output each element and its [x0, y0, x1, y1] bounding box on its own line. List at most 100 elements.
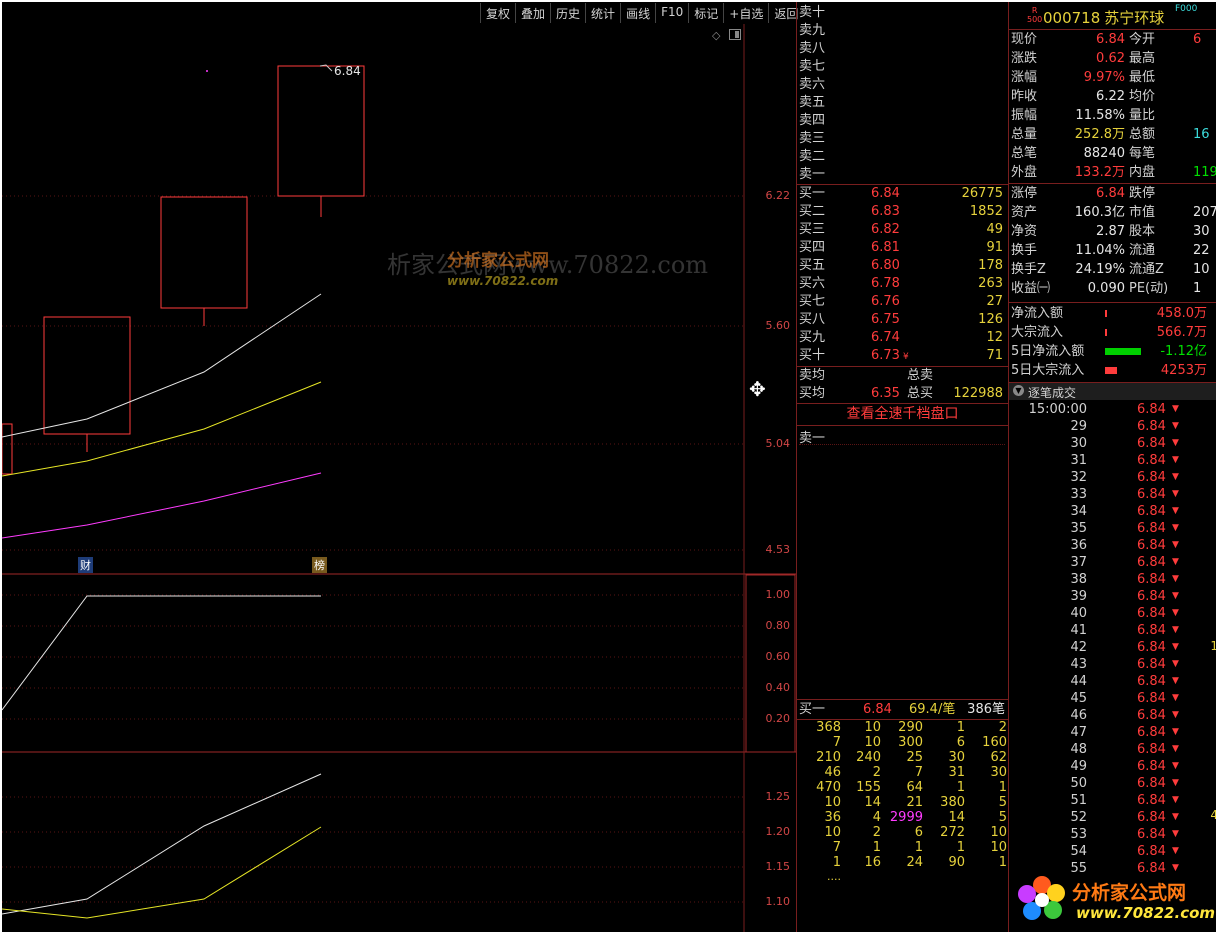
indicator2-axis-label: 1.15 — [765, 860, 791, 873]
queue-cell: 1 — [956, 720, 965, 735]
sell-row[interactable]: 卖三 — [799, 130, 1007, 148]
tick-row: 44 6.84 ▼ — [1011, 673, 1216, 690]
watermark-logo: 分析家公式网 — [447, 251, 549, 271]
sell-row[interactable]: 卖一 — [799, 166, 1007, 184]
tick-time: 35 — [1070, 521, 1087, 536]
quote-label-2: 流通Z — [1129, 262, 1164, 277]
quote-label-2: 流通 — [1129, 243, 1156, 258]
down-arrow-icon: ▼ — [1172, 455, 1179, 465]
queue-cell: 7 — [914, 765, 923, 780]
queue-cell: 36 — [824, 810, 841, 825]
sell-row[interactable]: 卖四 — [799, 112, 1007, 130]
quote-label: 资产 — [1011, 205, 1038, 220]
marker-cai[interactable]: 财 — [78, 557, 93, 573]
buy-row[interactable]: 买一 6.84 26775 — [799, 185, 1007, 203]
tick-time: 43 — [1070, 657, 1087, 672]
sell-level-label: 卖四 — [799, 113, 826, 128]
tick-price: 6.84 — [1137, 844, 1166, 859]
indicator2-axis-label: 1.10 — [765, 895, 791, 908]
toolbar-button[interactable]: 历史 — [550, 3, 585, 23]
sell-row[interactable]: 卖十 — [799, 4, 1007, 22]
queue-cell: 368 — [816, 720, 841, 735]
buy-row[interactable]: 买九 6.74 12 — [799, 329, 1007, 347]
quote-label: 涨停 — [1011, 186, 1038, 201]
tick-row: 36 6.84 ▼ — [1011, 537, 1216, 554]
move-cursor-icon: ✥ — [749, 377, 766, 401]
sell-row[interactable]: 卖九 — [799, 22, 1007, 40]
queue-buy-avg: 69.4/笔 — [909, 702, 956, 717]
flow-value: 4253万 — [1160, 363, 1207, 378]
stock-title: 000718 苏宁环球 — [1043, 7, 1164, 28]
sell-row[interactable]: 卖五 — [799, 94, 1007, 112]
buy-row[interactable]: 买七 6.76 27 — [799, 293, 1007, 311]
tick-row: 46 6.84 ▼ — [1011, 707, 1216, 724]
tick-time: 47 — [1070, 725, 1087, 740]
sell-row[interactable]: 卖二 — [799, 148, 1007, 166]
sell-avg-row: 卖均 总卖 — [799, 367, 1007, 385]
down-arrow-icon: ▼ — [1172, 676, 1179, 686]
kline-chart[interactable] — [2, 24, 796, 932]
buy-price: 6.84 — [871, 186, 900, 201]
quote-row: 涨跌 0.62 最高 — [1011, 49, 1216, 68]
buy-row[interactable]: 买五 6.80 178 — [799, 257, 1007, 275]
queue-cell: 64 — [906, 780, 923, 795]
quote-label-2: 量比 — [1129, 108, 1156, 123]
queue-cell: 14 — [948, 810, 965, 825]
queue-cell: 16 — [864, 855, 881, 870]
buy-volume: 49 — [986, 222, 1003, 237]
buy-row[interactable]: 买二 6.83 1852 — [799, 203, 1007, 221]
tick-time: 34 — [1070, 504, 1087, 519]
sell-row[interactable]: 卖六 — [799, 76, 1007, 94]
queue-cell: 10 — [990, 840, 1007, 855]
full-depth-button[interactable]: 查看全速千档盘口 — [797, 404, 1008, 424]
indicator2-axis-label: 1.20 — [765, 825, 791, 838]
buy-row[interactable]: 买十 6.73 ¥71 — [799, 347, 1007, 365]
buy-price: 6.75 — [871, 312, 900, 327]
tick-row: 34 6.84 ▼ — [1011, 503, 1216, 520]
tick-price: 6.84 — [1137, 623, 1166, 638]
sell-row[interactable]: 卖八 — [799, 40, 1007, 58]
buy-row[interactable]: 买六 6.78 263 — [799, 275, 1007, 293]
price-axis-label: 6.22 — [765, 189, 791, 202]
sell-level-label: 卖一 — [799, 167, 826, 182]
candle — [2, 423, 13, 475]
quote-panel: R 500 000718 苏宁环球 F000 现价 6.84 今开 6 涨跌 0.62 最高涨… — [1008, 2, 1216, 932]
queue-cell: 1 — [998, 855, 1007, 870]
queue-cell: 300 — [898, 735, 923, 750]
toolbar-button[interactable]: 叠加 — [515, 3, 550, 23]
toolbar-button[interactable]: 复权 — [480, 3, 515, 23]
tick-price: 6.84 — [1137, 538, 1166, 553]
quote-value: 24.19% — [1075, 262, 1125, 277]
sell-row[interactable]: 卖七 — [799, 58, 1007, 76]
tick-time: 40 — [1070, 606, 1087, 621]
buy-volume: 126 — [978, 312, 1003, 327]
queue-cell: 160 — [982, 735, 1007, 750]
flow-row: 5日大宗流入 4253万 — [1011, 361, 1216, 380]
toolbar-button[interactable]: 标记 — [688, 3, 723, 23]
quote-value: 88240 — [1083, 146, 1125, 161]
buy-price: 6.80 — [871, 258, 900, 273]
down-arrow-icon: ▼ — [1172, 727, 1179, 737]
toolbar-button[interactable]: 统计 — [585, 3, 620, 23]
queue-cell: 1 — [914, 840, 923, 855]
queue-cell: 240 — [856, 750, 881, 765]
sell-level-label: 卖三 — [799, 131, 826, 146]
quote-value-2: 207 — [1193, 205, 1216, 220]
quote-row: 换手Z 24.19% 流通Z 10 — [1011, 260, 1216, 279]
badge-r: R — [1031, 6, 1038, 15]
tick-price: 6.84 — [1137, 470, 1166, 485]
tick-row: 32 6.84 ▼ — [1011, 469, 1216, 486]
marker-bang[interactable]: 榜 — [312, 557, 327, 573]
flow-row: 净流入额 458.0万 — [1011, 304, 1216, 323]
toolbar-button[interactable]: +自选 — [723, 3, 768, 23]
stock-name: 苏宁环球 — [1104, 9, 1165, 27]
toolbar-button[interactable]: 画线 — [620, 3, 655, 23]
buy-row[interactable]: 买八 6.75 126 — [799, 311, 1007, 329]
price-axis-label: 4.53 — [765, 543, 791, 556]
toolbar-button[interactable]: F10 — [655, 3, 688, 23]
buy-row[interactable]: 买四 6.81 91 — [799, 239, 1007, 257]
buy-volume: 12 — [986, 330, 1003, 345]
ticks-header[interactable]: ▼ 逐笔成交 — [1009, 383, 1216, 400]
buy-row[interactable]: 买三 6.82 49 — [799, 221, 1007, 239]
queue-cell: 470 — [816, 780, 841, 795]
